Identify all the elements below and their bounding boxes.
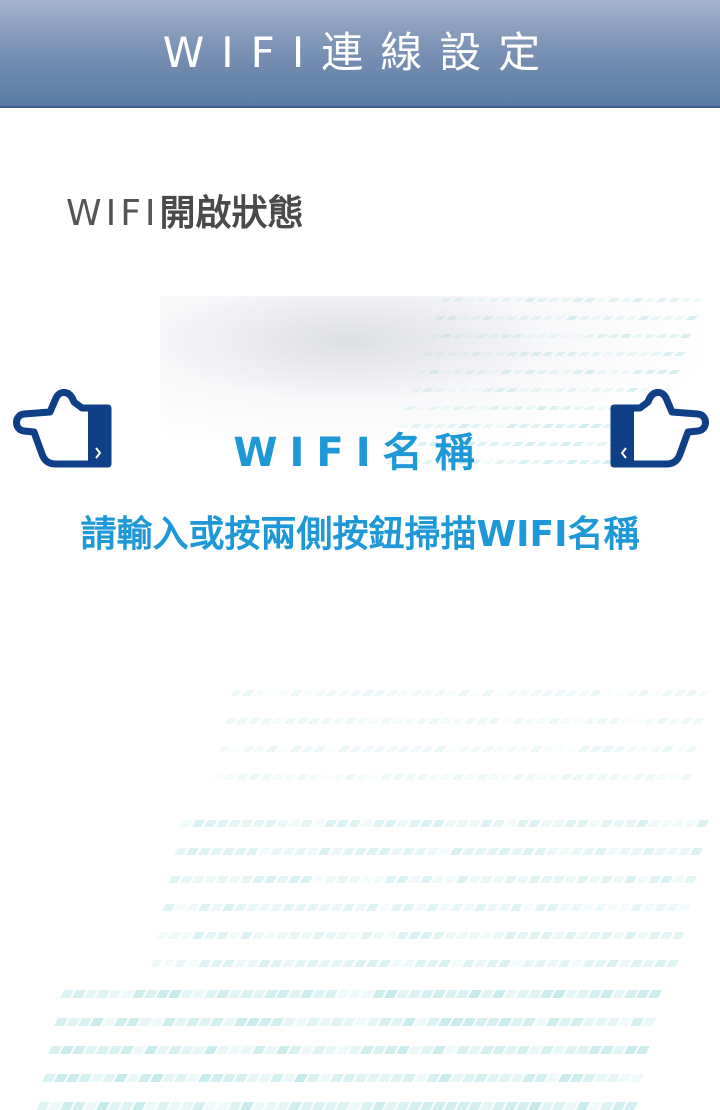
pointing-hand-right-icon <box>610 389 709 468</box>
wifi-settings-screen: WIFI連線設定 WIFI開啟狀態 WIFI名稱 <box>0 0 720 1110</box>
wifi-name-label: WIFI名稱 <box>233 430 487 476</box>
status-prefix: WIFI <box>66 193 160 234</box>
status-text: 開啟狀態 <box>159 193 304 234</box>
wifi-name-input[interactable] <box>20 508 700 560</box>
title-bar: WIFI連線設定 <box>0 0 720 108</box>
page-title: WIFI連線設定 <box>162 27 558 77</box>
scan-left-button[interactable] <box>12 384 112 474</box>
scan-right-button[interactable] <box>610 384 710 474</box>
wifi-status-label: WIFI開啟狀態 <box>66 184 304 236</box>
pointing-hand-left-icon <box>13 389 112 468</box>
